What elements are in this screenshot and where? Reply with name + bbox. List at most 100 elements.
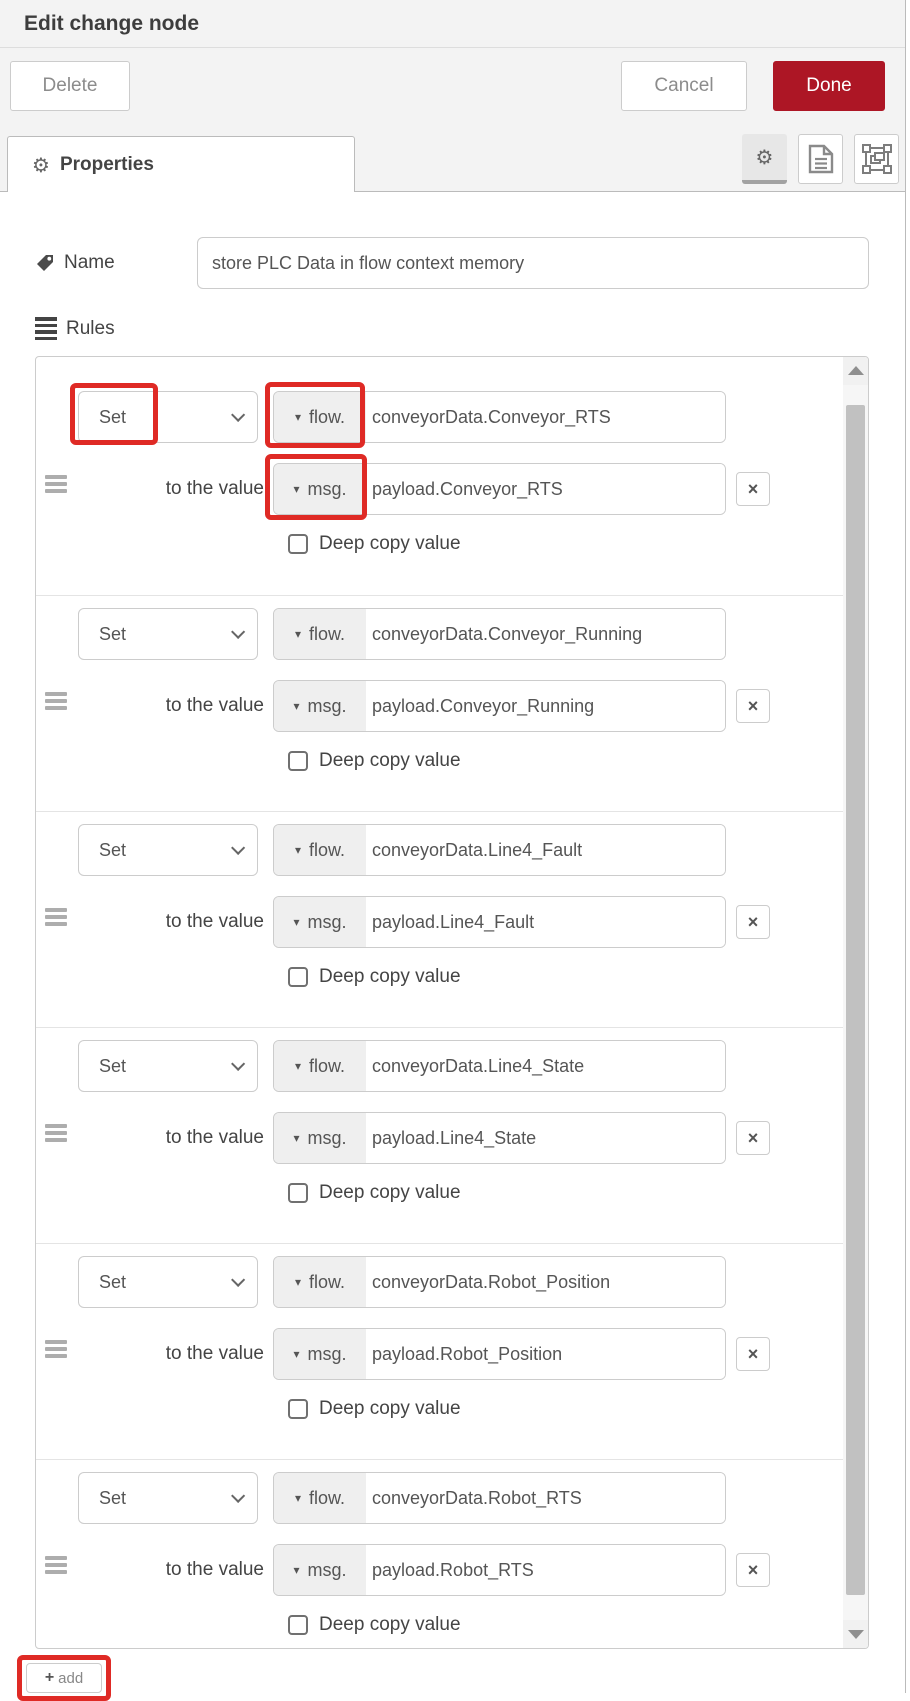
remove-rule-button[interactable]: × — [736, 1337, 770, 1371]
target-property-input[interactable] — [366, 1257, 725, 1307]
source-type-button[interactable]: ▾ msg. — [274, 1113, 366, 1163]
target-property-input[interactable] — [366, 1041, 725, 1091]
drag-handle-icon[interactable] — [45, 908, 67, 929]
target-type-button[interactable]: ▾ flow. — [274, 1473, 366, 1523]
scroll-up-arrow-icon[interactable] — [843, 357, 868, 385]
target-property-input[interactable] — [366, 1473, 725, 1523]
node-properties-button[interactable]: ⚙ — [742, 134, 787, 184]
remove-rule-button[interactable]: × — [736, 472, 770, 506]
dialog-title: Edit change node — [24, 12, 199, 36]
gear-icon: ⚙ — [756, 147, 774, 167]
target-typed-input: ▾ flow. — [273, 608, 726, 660]
deep-copy-row: Deep copy value — [288, 1182, 461, 1204]
source-type-button[interactable]: ▾ msg. — [274, 464, 366, 514]
target-type-button[interactable]: ▾ flow. — [274, 609, 366, 659]
remove-rule-button[interactable]: × — [736, 689, 770, 723]
tab-properties[interactable]: ⚙ Properties — [7, 136, 355, 192]
source-property-input[interactable] — [366, 681, 725, 731]
source-property-input[interactable] — [366, 1329, 725, 1379]
target-property-input[interactable] — [366, 392, 725, 442]
deep-copy-row: Deep copy value — [288, 533, 461, 555]
target-property-input[interactable] — [366, 825, 725, 875]
source-type-label: msg. — [308, 1344, 347, 1365]
target-type-button[interactable]: ▾ flow. — [274, 825, 366, 875]
scroll-down-arrow-icon[interactable] — [843, 1620, 868, 1648]
rules-container: Set ▾ flow. to the value ▾ msg. × Deep c… — [35, 356, 869, 1649]
deep-copy-label: Deep copy value — [319, 533, 461, 555]
drag-handle-icon[interactable] — [45, 1124, 67, 1145]
appearance-frame-icon — [862, 144, 892, 174]
action-select-value: Set — [99, 1488, 231, 1509]
checkbox-unchecked-icon[interactable] — [288, 534, 308, 554]
deep-copy-row: Deep copy value — [288, 750, 461, 772]
cancel-button[interactable]: Cancel — [621, 61, 747, 111]
action-select[interactable]: Set — [78, 1472, 258, 1524]
name-input[interactable] — [197, 237, 869, 289]
chevron-down-icon — [231, 408, 245, 422]
drag-handle-icon[interactable] — [45, 1556, 67, 1577]
tab-properties-label: Properties — [60, 154, 154, 176]
done-button[interactable]: Done — [773, 61, 885, 111]
to-the-value-label: to the value — [76, 896, 264, 948]
name-label-text: Name — [64, 252, 115, 274]
action-select[interactable]: Set — [78, 608, 258, 660]
source-type-button[interactable]: ▾ msg. — [274, 681, 366, 731]
target-type-button[interactable]: ▾ flow. — [274, 1257, 366, 1307]
caret-down-icon: ▾ — [293, 1131, 299, 1145]
source-type-label: msg. — [308, 1560, 347, 1581]
deep-copy-label: Deep copy value — [319, 1614, 461, 1636]
document-icon — [808, 144, 834, 174]
scrollbar-thumb[interactable] — [846, 405, 865, 1595]
action-select[interactable]: Set — [78, 824, 258, 876]
name-label: Name — [35, 252, 197, 274]
checkbox-unchecked-icon[interactable] — [288, 751, 308, 771]
remove-rule-button[interactable]: × — [736, 1553, 770, 1587]
list-icon — [35, 317, 57, 340]
target-typed-input: ▾ flow. — [273, 1256, 726, 1308]
target-typed-input: ▾ flow. — [273, 824, 726, 876]
drag-handle-icon[interactable] — [45, 475, 67, 496]
action-select-value: Set — [99, 624, 231, 645]
action-select[interactable]: Set — [78, 1256, 258, 1308]
editor-tab-tools: ⚙ — [742, 134, 899, 184]
target-property-input[interactable] — [366, 609, 725, 659]
node-description-button[interactable] — [798, 134, 843, 184]
add-rule-button[interactable]: + add — [26, 1663, 102, 1693]
checkbox-unchecked-icon[interactable] — [288, 1399, 308, 1419]
delete-button[interactable]: Delete — [10, 61, 130, 111]
caret-down-icon: ▾ — [295, 1275, 301, 1289]
target-type-label: flow. — [309, 1056, 345, 1077]
target-type-button[interactable]: ▾ flow. — [274, 392, 366, 442]
source-typed-input: ▾ msg. — [273, 1544, 726, 1596]
drag-handle-icon[interactable] — [45, 1340, 67, 1361]
source-type-button[interactable]: ▾ msg. — [274, 1329, 366, 1379]
remove-rule-button[interactable]: × — [736, 1121, 770, 1155]
to-the-value-label: to the value — [76, 1328, 264, 1380]
source-property-input[interactable] — [366, 464, 725, 514]
node-appearance-button[interactable] — [854, 134, 899, 184]
source-property-input[interactable] — [366, 1113, 725, 1163]
drag-handle-icon[interactable] — [45, 692, 67, 713]
action-select[interactable]: Set — [78, 391, 258, 443]
source-type-label: msg. — [308, 912, 347, 933]
remove-rule-button[interactable]: × — [736, 905, 770, 939]
rules-scrollbar[interactable] — [843, 357, 868, 1648]
caret-down-icon: ▾ — [293, 1347, 299, 1361]
dialog-button-row: Delete Cancel Done — [0, 48, 905, 124]
checkbox-unchecked-icon[interactable] — [288, 1183, 308, 1203]
to-the-value-label: to the value — [76, 463, 264, 515]
source-property-input[interactable] — [366, 897, 725, 947]
source-type-button[interactable]: ▾ msg. — [274, 1545, 366, 1595]
to-the-value-label: to the value — [76, 1112, 264, 1164]
action-select-value: Set — [99, 1272, 231, 1293]
source-property-input[interactable] — [366, 1545, 725, 1595]
target-type-button[interactable]: ▾ flow. — [274, 1041, 366, 1091]
checkbox-unchecked-icon[interactable] — [288, 1615, 308, 1635]
deep-copy-label: Deep copy value — [319, 1182, 461, 1204]
source-type-label: msg. — [308, 1128, 347, 1149]
to-the-value-label: to the value — [76, 680, 264, 732]
source-type-button[interactable]: ▾ msg. — [274, 897, 366, 947]
checkbox-unchecked-icon[interactable] — [288, 967, 308, 987]
add-rule-label: add — [58, 1670, 83, 1687]
action-select[interactable]: Set — [78, 1040, 258, 1092]
